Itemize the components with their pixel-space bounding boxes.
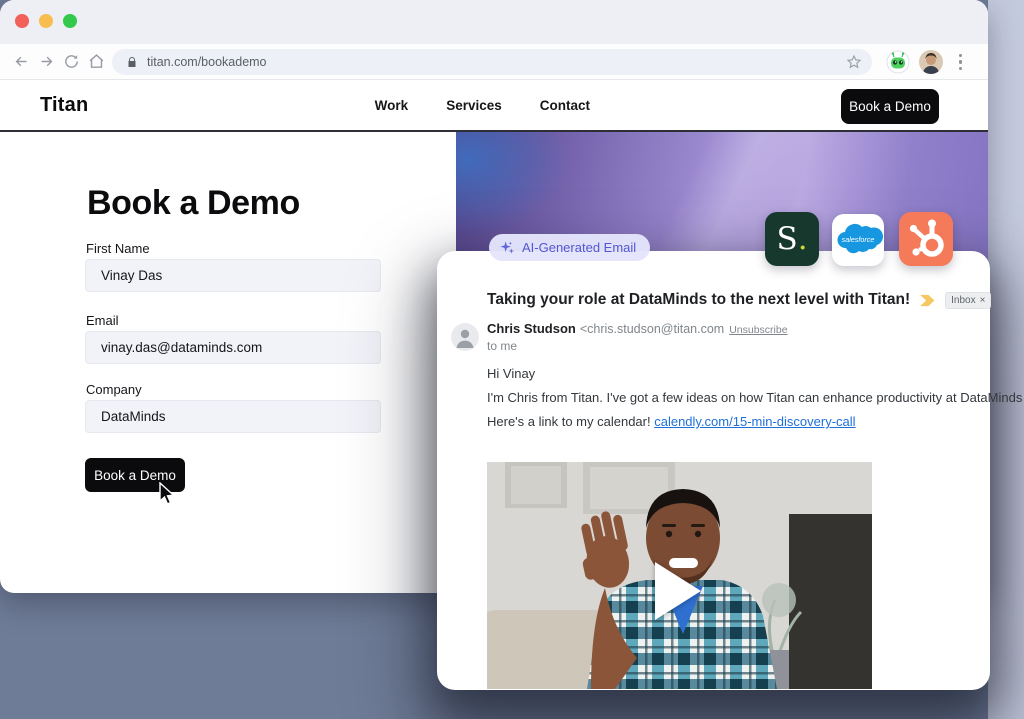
home-icon[interactable] — [88, 53, 105, 70]
url-text[interactable]: titan.com/bookademo — [147, 55, 846, 69]
salesforce-wordmark: salesforce — [842, 235, 875, 244]
unsubscribe-link[interactable]: Unsubscribe — [729, 324, 787, 336]
nav-link-contact[interactable]: Contact — [540, 98, 590, 113]
profile-avatar-image — [919, 50, 943, 74]
sender-address: <chris.studson@titan.com — [580, 322, 724, 336]
first-name-input[interactable] — [85, 259, 381, 292]
first-name-label: First Name — [86, 241, 150, 256]
s-dot-app-icon: S. — [765, 212, 819, 266]
sender-line: Chris Studson <chris.studson@titan.com Uns… — [487, 321, 788, 336]
inbox-label: Inbox — [951, 295, 975, 306]
bookmark-star-icon[interactable] — [846, 54, 862, 70]
lock-icon — [126, 56, 138, 68]
email-subject-row: Taking your role at DataMinds to the nex… — [487, 291, 957, 309]
nav-link-services[interactable]: Services — [446, 98, 502, 113]
email-input[interactable] — [85, 331, 381, 364]
browser-menu-icon[interactable] — [959, 54, 963, 70]
s-letter: S — [776, 221, 797, 257]
reload-icon[interactable] — [63, 53, 80, 70]
desktop-background-strip — [988, 0, 1024, 719]
window-titlebar — [0, 0, 988, 44]
email-greeting: Hi Vinay — [487, 366, 535, 381]
zoom-window-button[interactable] — [63, 14, 77, 28]
important-marker-icon — [919, 294, 936, 307]
browser-toolbar: titan.com/bookademo — [0, 44, 988, 80]
email-subject: Taking your role at DataMinds to the nex… — [487, 291, 910, 309]
page-title: Book a Demo — [87, 184, 300, 223]
ai-generated-email-badge: AI-Generated Email — [489, 234, 650, 261]
inbox-label-chip[interactable]: Inbox × — [945, 292, 991, 309]
email-label: Email — [86, 313, 119, 328]
forward-icon[interactable] — [38, 53, 55, 70]
sender-name: Chris Studson — [487, 321, 576, 336]
header-book-demo-button[interactable]: Book a Demo — [841, 89, 939, 124]
calendly-link[interactable]: calendly.com/15-min-discovery-call — [654, 414, 855, 429]
calendar-text: Here's a link to my calendar! — [487, 414, 654, 429]
video-thumbnail[interactable] — [487, 462, 872, 690]
site-header: Titan Work Services Contact Book a Demo — [0, 80, 988, 132]
salesforce-app-icon: salesforce — [832, 214, 884, 266]
recipient-label[interactable]: to me — [487, 339, 517, 353]
email-body-line: I'm Chris from Titan. I've got a few ide… — [487, 390, 1022, 405]
site-nav: Work Services Contact — [375, 80, 590, 130]
address-bar[interactable]: titan.com/bookademo — [112, 49, 872, 75]
company-input[interactable] — [85, 400, 381, 433]
profile-avatar[interactable] — [919, 50, 943, 74]
s-dot: . — [798, 221, 808, 257]
robot-extension-icon[interactable] — [886, 50, 910, 74]
mouse-cursor-icon — [156, 482, 178, 506]
person-icon — [451, 323, 479, 351]
email-calendar-line: Here's a link to my calendar! calendly.c… — [487, 414, 856, 429]
minimize-window-button[interactable] — [39, 14, 53, 28]
ai-badge-label: AI-Generated Email — [522, 240, 636, 255]
back-icon[interactable] — [13, 53, 30, 70]
email-preview-card: Taking your role at DataMinds to the nex… — [437, 251, 990, 690]
chip-close-icon[interactable]: × — [980, 295, 986, 306]
nav-link-work[interactable]: Work — [375, 98, 409, 113]
play-button-icon[interactable] — [655, 562, 701, 620]
sender-avatar — [451, 323, 479, 351]
close-window-button[interactable] — [15, 14, 29, 28]
site-logo[interactable]: Titan — [40, 94, 88, 117]
company-label: Company — [86, 382, 142, 397]
sparkles-icon — [499, 240, 515, 256]
hubspot-app-icon — [899, 212, 953, 266]
